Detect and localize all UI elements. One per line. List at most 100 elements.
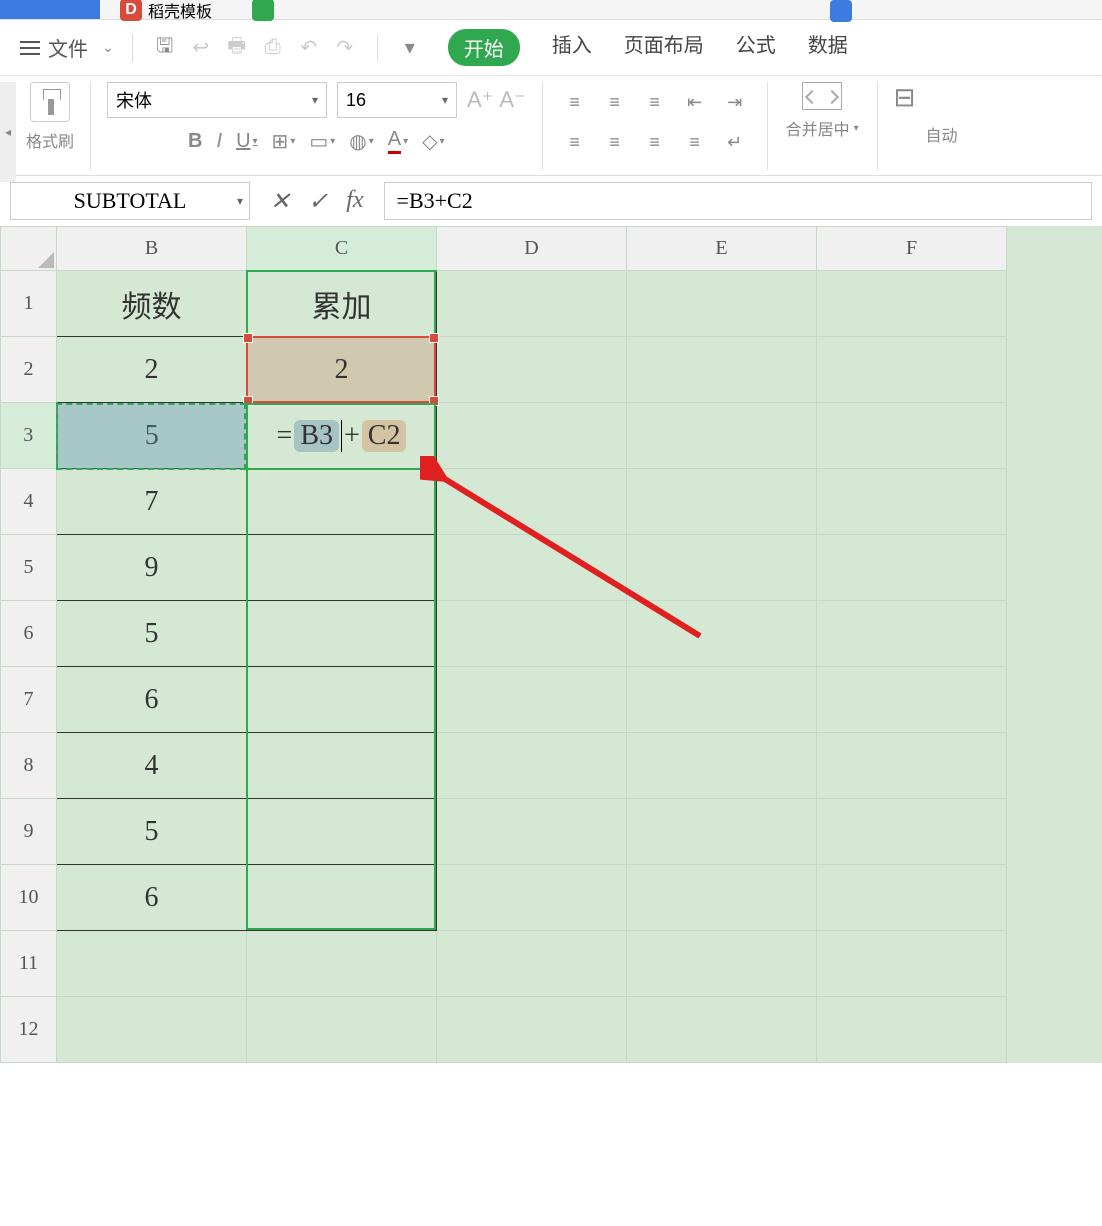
cell-F2[interactable] (817, 337, 1007, 403)
cell[interactable] (437, 469, 627, 535)
font-color-button[interactable]: A▾ (388, 128, 408, 154)
align-center-icon[interactable]: ≡ (599, 126, 631, 158)
cell-C8[interactable] (247, 733, 437, 799)
cell[interactable] (817, 469, 1007, 535)
tab-start[interactable]: 开始 (448, 29, 520, 66)
print-icon[interactable]: 🖶 (223, 34, 251, 62)
cell-C2[interactable]: 2 (247, 337, 437, 403)
cell[interactable] (627, 667, 817, 733)
indent-decrease-icon[interactable]: ⇤ (679, 86, 711, 118)
row-header-8[interactable]: 8 (1, 733, 57, 799)
fill-color-button[interactable]: ◍▾ (349, 129, 373, 154)
wrap-text-icon[interactable]: ↵ (719, 126, 751, 158)
cell-C4[interactable] (247, 469, 437, 535)
cell-C1[interactable]: 累加 (247, 271, 437, 337)
align-top-icon[interactable]: ≡ (559, 86, 591, 118)
tab-insert[interactable]: 插入 (552, 29, 592, 66)
cell-C6[interactable] (247, 601, 437, 667)
cell[interactable] (437, 799, 627, 865)
cell[interactable] (817, 733, 1007, 799)
cell-B11[interactable] (57, 931, 247, 997)
cell-B8[interactable]: 4 (57, 733, 247, 799)
sidebar-toggle[interactable]: ◂ (0, 82, 16, 182)
app-icon-w[interactable] (830, 0, 852, 22)
bold-button[interactable]: B (188, 130, 202, 153)
cell-B4[interactable]: 7 (57, 469, 247, 535)
cell-B3[interactable]: 5 (57, 403, 247, 469)
cell[interactable] (437, 535, 627, 601)
cell[interactable] (437, 865, 627, 931)
cell-D1[interactable] (437, 271, 627, 337)
col-header-D[interactable]: D (437, 227, 627, 271)
cell-B2[interactable]: 2 (57, 337, 247, 403)
col-header-C[interactable]: C (247, 227, 437, 271)
cell-B7[interactable]: 6 (57, 667, 247, 733)
cell[interactable] (627, 469, 817, 535)
row-header-1[interactable]: 1 (1, 271, 57, 337)
cell[interactable] (627, 601, 817, 667)
undo-icon[interactable]: ↶ (295, 34, 323, 62)
fx-button[interactable]: fx (346, 187, 363, 216)
cell[interactable] (817, 799, 1007, 865)
cell-B6[interactable]: 5 (57, 601, 247, 667)
cell-C7[interactable] (247, 667, 437, 733)
cell[interactable] (437, 733, 627, 799)
cell[interactable] (817, 535, 1007, 601)
align-right-icon[interactable]: ≡ (639, 126, 671, 158)
cell-C10[interactable] (247, 865, 437, 931)
row-header-7[interactable]: 7 (1, 667, 57, 733)
cell-B9[interactable]: 5 (57, 799, 247, 865)
row-header-10[interactable]: 10 (1, 865, 57, 931)
cell-D2[interactable] (437, 337, 627, 403)
cell[interactable] (817, 601, 1007, 667)
cell-C9[interactable] (247, 799, 437, 865)
formula-input[interactable]: =B3+C2 (384, 182, 1092, 220)
row-header-3[interactable]: 3 (1, 403, 57, 469)
cell[interactable] (817, 667, 1007, 733)
cell-E3[interactable] (627, 403, 817, 469)
name-box[interactable]: SUBTOTAL ▾ (10, 182, 250, 220)
cell[interactable] (437, 667, 627, 733)
grid[interactable]: B C D E F 1 频数 累加 2 2 2 3 5 = B3 + C2 (0, 226, 1007, 1063)
format-painter-icon[interactable] (30, 82, 70, 122)
cell[interactable] (817, 865, 1007, 931)
col-header-F[interactable]: F (817, 227, 1007, 271)
dropdown-icon[interactable]: ▾ (396, 34, 424, 62)
chevron-down-icon[interactable]: ⌄ (102, 39, 114, 56)
select-all-corner[interactable] (1, 227, 57, 271)
cell-E2[interactable] (627, 337, 817, 403)
decrease-font-icon[interactable]: A⁻ (499, 87, 525, 113)
print-area-icon[interactable]: ⎙ (259, 34, 287, 62)
cell[interactable] (627, 931, 817, 997)
tab-data[interactable]: 数据 (808, 29, 848, 66)
align-middle-icon[interactable]: ≡ (599, 86, 631, 118)
confirm-formula-button[interactable]: ✓ (308, 187, 328, 216)
cell[interactable] (437, 931, 627, 997)
cell[interactable] (437, 601, 627, 667)
cell[interactable] (627, 799, 817, 865)
row-header-6[interactable]: 6 (1, 601, 57, 667)
eraser-button[interactable]: ◇▾ (422, 129, 444, 154)
cell-C5[interactable] (247, 535, 437, 601)
tab-formula[interactable]: 公式 (736, 29, 776, 66)
align-bottom-icon[interactable]: ≡ (639, 86, 671, 118)
cell-F3[interactable] (817, 403, 1007, 469)
cell-B12[interactable] (57, 997, 247, 1063)
cell[interactable] (627, 535, 817, 601)
cell[interactable] (627, 997, 817, 1063)
font-name-select[interactable]: 宋体 ▾ (107, 82, 327, 118)
row-header-9[interactable]: 9 (1, 799, 57, 865)
redo-icon[interactable]: ↷ (331, 34, 359, 62)
cell-B10[interactable]: 6 (57, 865, 247, 931)
tab-template[interactable]: D 稻壳模板 (100, 0, 232, 19)
tab-sheet[interactable] (232, 0, 294, 19)
cell-F1[interactable] (817, 271, 1007, 337)
hamburger-icon[interactable] (20, 41, 40, 55)
align-justify-icon[interactable]: ≡ (679, 126, 711, 158)
auto-wrap-label[interactable]: 自动 (925, 82, 957, 146)
cell-C3[interactable]: = B3 + C2 (247, 403, 437, 469)
tab-layout[interactable]: 页面布局 (624, 29, 704, 66)
cell[interactable] (627, 733, 817, 799)
row-header-11[interactable]: 11 (1, 931, 57, 997)
row-header-2[interactable]: 2 (1, 337, 57, 403)
